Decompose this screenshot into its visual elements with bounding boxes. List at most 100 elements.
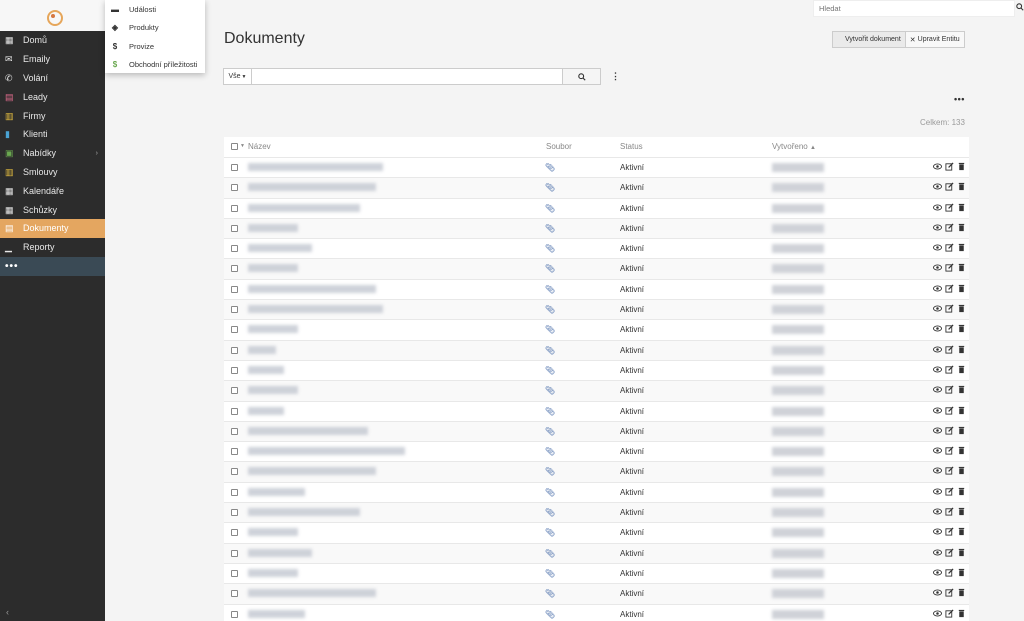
sidebar-item-7[interactable]: ▥ Smlouvy xyxy=(0,163,105,182)
logo-area[interactable] xyxy=(0,0,105,31)
eye-icon[interactable] xyxy=(933,203,942,212)
trash-icon[interactable] xyxy=(957,568,966,577)
edit-icon[interactable] xyxy=(945,527,954,536)
eye-icon[interactable] xyxy=(933,223,942,232)
trash-icon[interactable] xyxy=(957,385,966,394)
paperclip-icon[interactable]: 📎︎ xyxy=(545,305,555,314)
edit-icon[interactable] xyxy=(945,182,954,191)
edit-icon[interactable] xyxy=(945,466,954,476)
trash-icon[interactable] xyxy=(957,365,966,374)
eye-icon[interactable] xyxy=(933,324,942,333)
search-icon[interactable] xyxy=(1016,2,1024,12)
document-name-link[interactable] xyxy=(248,406,284,415)
sidebar-item-3[interactable]: ▤ Leady xyxy=(0,87,105,106)
row-checkbox[interactable] xyxy=(231,509,238,517)
table-row[interactable]: 📎︎ Aktivní xyxy=(224,583,969,604)
paperclip-icon[interactable]: 📎︎ xyxy=(545,610,555,619)
paperclip-icon[interactable]: 📎︎ xyxy=(545,508,555,517)
document-name-link[interactable] xyxy=(248,365,284,374)
dropdown-item-0[interactable]: ▬ Události xyxy=(105,0,205,19)
edit-icon[interactable] xyxy=(945,426,954,435)
trash-icon[interactable] xyxy=(957,203,966,212)
column-header-created[interactable]: Vytvořeno ▲ xyxy=(772,142,816,151)
table-row[interactable]: 📎︎ Aktivní xyxy=(224,562,969,584)
document-name-link[interactable] xyxy=(248,203,360,212)
global-search-input[interactable] xyxy=(813,0,1015,17)
eye-icon[interactable] xyxy=(933,568,942,577)
document-name-link[interactable] xyxy=(248,284,376,293)
eye-icon[interactable] xyxy=(933,345,942,354)
paperclip-icon[interactable]: 📎︎ xyxy=(545,447,555,456)
table-row[interactable]: 📎︎ Aktivní xyxy=(224,238,969,259)
document-name-link[interactable] xyxy=(248,305,383,314)
document-name-link[interactable] xyxy=(248,264,298,273)
eye-icon[interactable] xyxy=(933,588,942,597)
paperclip-icon[interactable]: 📎︎ xyxy=(545,264,555,273)
trash-icon[interactable] xyxy=(957,507,966,516)
document-name-link[interactable] xyxy=(248,467,376,476)
document-name-link[interactable] xyxy=(248,426,368,435)
trash-icon[interactable] xyxy=(957,182,966,191)
document-name-link[interactable] xyxy=(248,508,360,517)
sidebar-item-5[interactable]: ▮ Klienti xyxy=(0,125,105,144)
trash-icon[interactable] xyxy=(957,527,966,536)
table-row[interactable]: 📎︎ Aktivní xyxy=(224,380,969,401)
sidebar-item-1[interactable]: ✉ Emaily xyxy=(0,50,105,69)
document-name-link[interactable] xyxy=(248,447,405,456)
filter-dropdown-button[interactable]: Vše ▼ xyxy=(223,68,252,85)
table-row[interactable]: 📎︎ Aktivní xyxy=(224,177,969,198)
sidebar-item-4[interactable]: ▥ Firmy xyxy=(0,106,105,125)
document-name-link[interactable] xyxy=(248,325,298,334)
row-checkbox[interactable] xyxy=(231,569,238,577)
table-row[interactable]: 📎︎ Aktivní xyxy=(224,481,969,503)
table-row[interactable]: 📎︎ Aktivní xyxy=(224,319,969,340)
document-name-link[interactable] xyxy=(248,183,376,192)
paperclip-icon[interactable]: 📎︎ xyxy=(545,204,555,213)
eye-icon[interactable] xyxy=(933,406,942,415)
edit-icon[interactable] xyxy=(945,162,954,171)
eye-icon[interactable] xyxy=(933,284,942,293)
sidebar-more-button[interactable]: ••• xyxy=(0,256,105,276)
trash-icon[interactable] xyxy=(957,243,966,252)
dropdown-item-2[interactable]: $ Provize xyxy=(105,37,205,56)
row-checkbox[interactable] xyxy=(231,529,238,537)
row-checkbox[interactable] xyxy=(231,204,238,212)
row-checkbox[interactable] xyxy=(231,488,238,496)
select-all-checkbox[interactable] xyxy=(231,143,238,150)
row-checkbox[interactable] xyxy=(231,366,238,374)
eye-icon[interactable] xyxy=(933,263,942,272)
eye-icon[interactable] xyxy=(933,609,942,618)
paperclip-icon[interactable]: 📎︎ xyxy=(545,569,555,578)
text-filter-input[interactable] xyxy=(252,68,563,85)
document-name-link[interactable] xyxy=(248,528,298,537)
document-name-link[interactable] xyxy=(248,487,305,496)
row-checkbox[interactable] xyxy=(231,164,238,171)
edit-icon[interactable] xyxy=(945,345,954,354)
sidebar-item-9[interactable]: ▦ Schůzky xyxy=(0,200,105,219)
table-row[interactable]: 📎︎ Aktivní xyxy=(224,157,969,178)
paperclip-icon[interactable]: 📎︎ xyxy=(545,386,555,395)
paperclip-icon[interactable]: 📎︎ xyxy=(545,528,555,537)
list-actions-more-button[interactable]: ••• xyxy=(954,94,965,104)
paperclip-icon[interactable]: 📎︎ xyxy=(545,183,555,192)
row-checkbox[interactable] xyxy=(231,468,238,476)
sidebar-item-11[interactable]: ▁ Reporty xyxy=(0,238,105,257)
paperclip-icon[interactable]: 📎︎ xyxy=(545,427,555,436)
eye-icon[interactable] xyxy=(933,243,942,252)
row-checkbox[interactable] xyxy=(231,549,238,557)
document-name-link[interactable] xyxy=(248,386,298,395)
row-checkbox[interactable] xyxy=(231,407,238,415)
row-checkbox[interactable] xyxy=(231,610,238,618)
create-document-button[interactable]: Vytvořit dokument xyxy=(833,32,906,47)
sidebar-collapse-icon[interactable]: ‹ xyxy=(6,607,9,617)
eye-icon[interactable] xyxy=(933,446,942,455)
dropdown-item-1[interactable]: ◈ Produkty xyxy=(105,19,205,38)
kebab-menu-icon[interactable]: ⋮ xyxy=(611,72,620,81)
paperclip-icon[interactable]: 📎︎ xyxy=(545,366,555,375)
edit-icon[interactable] xyxy=(945,568,954,577)
sidebar-item-2[interactable]: ✆ Volání xyxy=(0,69,105,88)
column-header-status[interactable]: Status xyxy=(620,142,643,151)
edit-icon[interactable] xyxy=(945,263,954,273)
trash-icon[interactable] xyxy=(957,609,966,618)
column-header-name[interactable]: Název xyxy=(248,142,271,151)
